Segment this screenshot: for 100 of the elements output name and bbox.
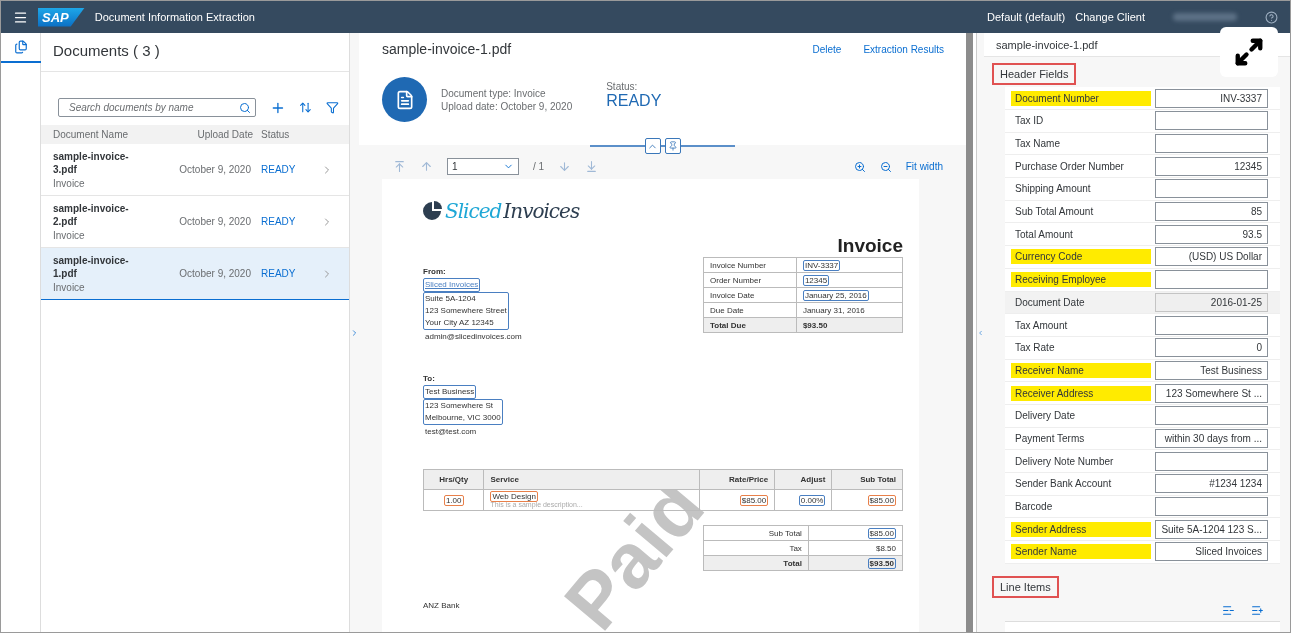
field-input[interactable]: [1155, 406, 1268, 426]
tenant-label: Default (default): [987, 11, 1066, 23]
field-input[interactable]: [1155, 451, 1268, 471]
sender-link[interactable]: Sliced Invoices: [425, 279, 479, 291]
documents-icon: [13, 40, 28, 54]
service-name: Web Design: [490, 491, 538, 502]
sap-logo: SAP: [38, 7, 85, 27]
table-label: Tax: [789, 543, 802, 553]
quantity-value: 1.00: [443, 494, 464, 506]
first-page-icon[interactable]: [393, 160, 406, 173]
last-page-icon[interactable]: [585, 160, 599, 173]
field-input[interactable]: [1155, 111, 1268, 131]
field-input[interactable]: 93.5: [1155, 224, 1268, 244]
field-label: Total Amount: [1014, 227, 1074, 242]
field-input[interactable]: 0: [1155, 338, 1268, 358]
field-input[interactable]: Suite 5A-1204 123 S...: [1155, 519, 1268, 539]
field-label: Tax ID: [1014, 114, 1045, 129]
field-label: Currency Code: [1011, 249, 1151, 265]
field-label: Sender Name: [1011, 544, 1151, 560]
field-label: Receiver Name: [1011, 362, 1151, 378]
field-label: Tax Rate: [1014, 341, 1056, 356]
page-select[interactable]: 1: [447, 158, 519, 175]
sort-icon[interactable]: [299, 101, 313, 114]
upload-date: October 9, 2020: [178, 216, 252, 227]
status-text: READY: [261, 216, 297, 227]
next-page-icon[interactable]: [558, 160, 572, 173]
field-label: Sender Address: [1011, 521, 1151, 537]
field-input[interactable]: [1155, 270, 1268, 290]
address-line: Suite 5A-1204: [425, 293, 477, 305]
field-input[interactable]: 12345: [1155, 156, 1268, 176]
pie-logo-icon: [423, 201, 443, 221]
status-text: READY: [261, 268, 297, 279]
expand-icon[interactable]: [350, 327, 359, 338]
field-label: Payment Terms: [1014, 431, 1086, 446]
field-input[interactable]: (USD) US Dollar: [1155, 247, 1268, 267]
table-label: Invoice Date: [710, 290, 755, 300]
upload-date: Upload date: October 9, 2020: [441, 100, 573, 112]
column-header: Sub Total: [860, 475, 896, 484]
help-icon[interactable]: [1265, 10, 1278, 24]
collapse-button[interactable]: [644, 138, 661, 154]
address-line: Melbourne, VIC 3000: [425, 412, 501, 424]
document-title: sample-invoice-1.pdf: [382, 41, 512, 57]
document-type: Invoice: [53, 282, 86, 293]
field-input[interactable]: [1155, 179, 1268, 199]
field-input[interactable]: 123 Somewhere St ...: [1155, 383, 1268, 403]
filter-icon[interactable]: [326, 101, 339, 114]
logo-text: Sliced: [445, 199, 502, 223]
field-label: Barcode: [1014, 500, 1054, 515]
remove-row-icon[interactable]: [1222, 603, 1235, 617]
field-input[interactable]: 85: [1155, 202, 1268, 222]
search-icon: [238, 101, 251, 114]
upload-date: October 9, 2020: [178, 268, 252, 279]
table-label: Sub Total: [768, 528, 802, 538]
field-label: Delivery Date: [1014, 409, 1077, 424]
document-type: Invoice: [53, 178, 86, 189]
column-header: Adjust: [800, 475, 826, 484]
document-type: Invoice: [53, 230, 86, 241]
column-header: Document Name: [53, 129, 130, 140]
document-name: sample-invoice-1.pdf: [53, 254, 130, 280]
field-label: Tax Name: [1014, 137, 1061, 152]
field-label: Tax Amount: [1014, 318, 1069, 333]
field-input[interactable]: [1155, 315, 1268, 335]
search-field[interactable]: Search documents by name: [58, 98, 256, 117]
zoom-in-icon[interactable]: [853, 160, 866, 173]
document-name: sample-invoice-2.pdf: [53, 202, 130, 228]
address-line: Your City AZ 12345: [425, 317, 495, 329]
action-link[interactable]: Extraction Results: [863, 43, 944, 55]
address-line: 123 Somewhere St: [425, 400, 495, 412]
document-name: sample-invoice-3.pdf: [53, 150, 130, 176]
menu-icon[interactable]: [13, 9, 28, 25]
pin-button[interactable]: [664, 138, 681, 154]
field-input[interactable]: [1155, 134, 1268, 154]
document-row[interactable]: sample-invoice-1.pdf Invoice October 9, 2020 READY: [41, 248, 349, 300]
column-header: Rate/Price: [729, 475, 769, 484]
pin-icon: [667, 141, 678, 151]
upload-date: October 9, 2020: [178, 164, 252, 175]
subtotal-value: $85.00: [867, 494, 896, 506]
add-row-icon[interactable]: [1251, 603, 1264, 617]
section-title: Line Items: [992, 575, 1059, 598]
previous-page-icon[interactable]: [420, 160, 433, 173]
change-client-link[interactable]: Change Client: [1075, 11, 1145, 23]
field-input[interactable]: Test Business: [1155, 360, 1268, 380]
table-label: Total: [783, 558, 802, 568]
field-input[interactable]: [1155, 497, 1268, 517]
fit-width-button[interactable]: Fit width: [905, 161, 943, 172]
document-type: Document type: Invoice: [441, 87, 547, 99]
field-input[interactable]: INV-3337: [1155, 88, 1268, 108]
expand-arrows-icon[interactable]: [1234, 37, 1264, 67]
field-input[interactable]: Sliced Invoices: [1155, 542, 1268, 562]
adjust-value: 0.00%: [798, 494, 826, 506]
address-line: test@test.com: [425, 426, 477, 438]
status-value: READY: [606, 92, 662, 110]
field-input[interactable]: #1234 1234: [1155, 474, 1268, 494]
zoom-out-icon[interactable]: [879, 160, 892, 173]
results-title: sample-invoice-1.pdf: [996, 38, 1098, 51]
blurred-user-name: [1173, 13, 1237, 21]
column-header: Service: [490, 475, 519, 484]
field-input[interactable]: within 30 days from ...: [1155, 428, 1268, 448]
status-label: Status:: [606, 81, 639, 92]
action-link[interactable]: Delete: [812, 43, 842, 55]
